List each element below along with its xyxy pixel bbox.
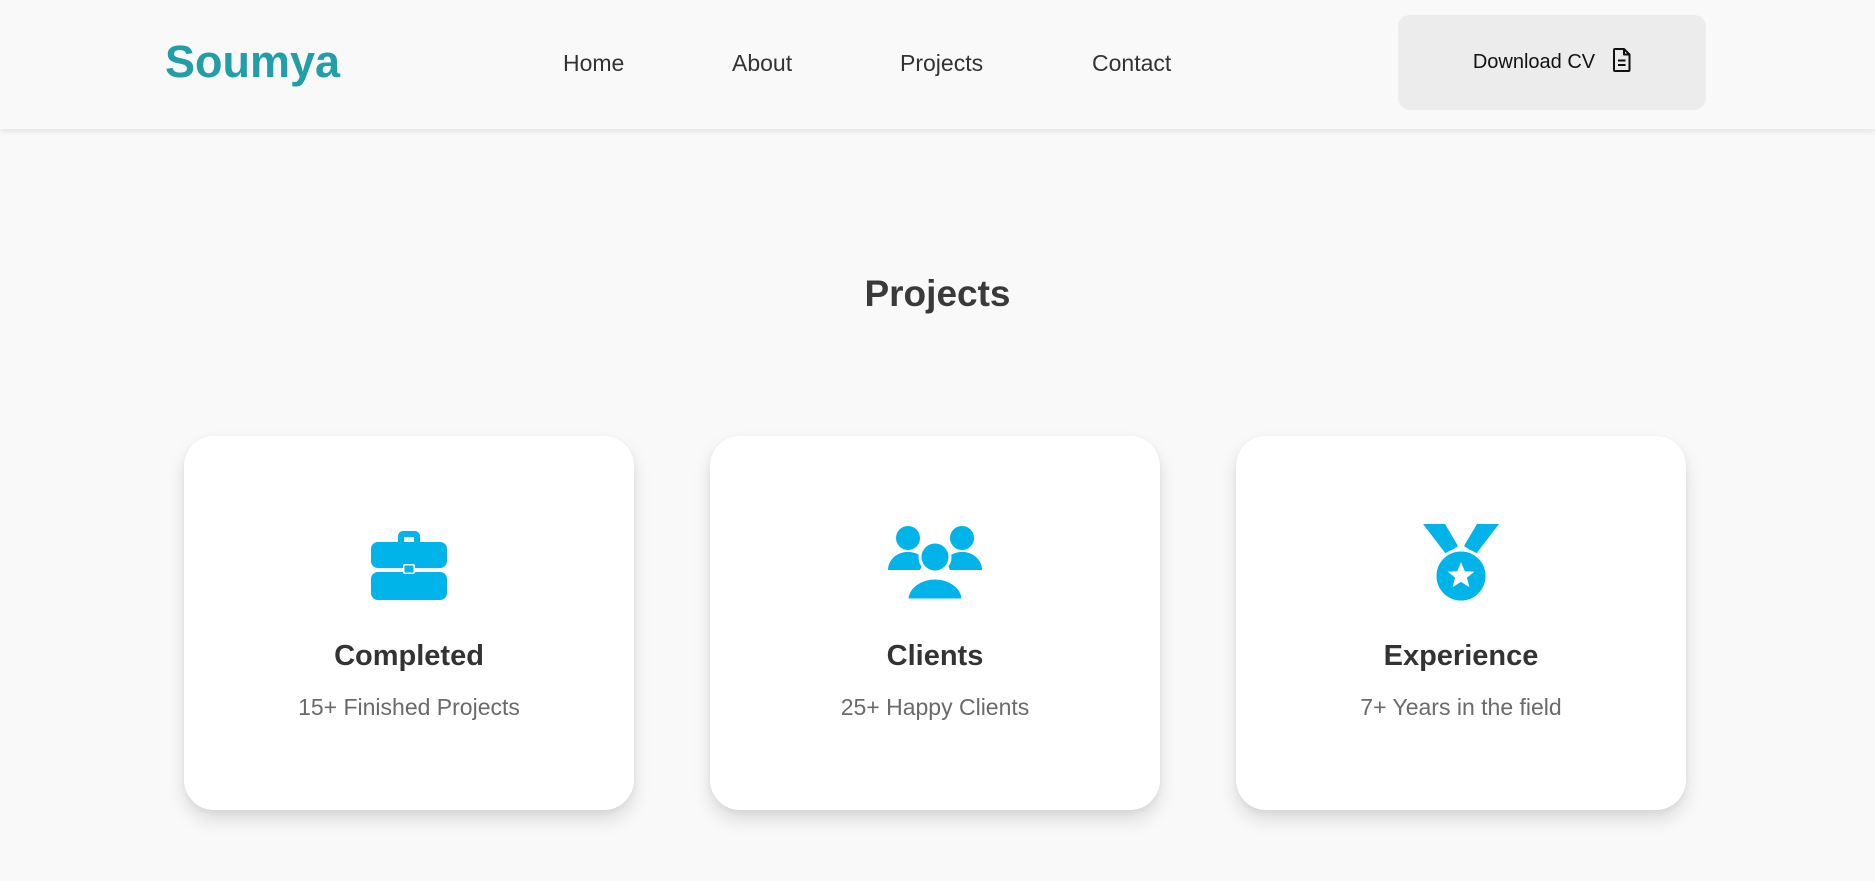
- download-cv-label: Download CV: [1472, 51, 1596, 73]
- medal-icon: [1421, 524, 1501, 604]
- card-title: Clients: [886, 640, 984, 672]
- card-title: Completed: [334, 640, 484, 672]
- navbar: Soumya Home About Projects Contact Downl…: [0, 0, 1875, 129]
- stat-card-experience: Experience 7+ Years in the field: [1236, 436, 1686, 810]
- users-group-icon: [887, 524, 983, 604]
- nav-link-contact[interactable]: Contact: [1092, 48, 1171, 78]
- download-cv-button[interactable]: Download CV: [1398, 15, 1706, 110]
- nav-link-about[interactable]: About: [732, 48, 792, 78]
- section-title: Projects: [864, 273, 1011, 314]
- card-text: 25+ Happy Clients: [840, 694, 1030, 720]
- stat-card-clients: Clients 25+ Happy Clients: [710, 436, 1160, 810]
- file-document-icon: [1613, 48, 1631, 77]
- briefcase-icon: [369, 524, 449, 604]
- stat-card-completed: Completed 15+ Finished Projects: [184, 436, 634, 810]
- card-title: Experience: [1383, 640, 1539, 672]
- card-text: 7+ Years in the field: [1360, 694, 1562, 720]
- nav-link-projects[interactable]: Projects: [900, 48, 983, 78]
- card-text: 15+ Finished Projects: [298, 694, 520, 720]
- nav-link-home[interactable]: Home: [563, 48, 624, 78]
